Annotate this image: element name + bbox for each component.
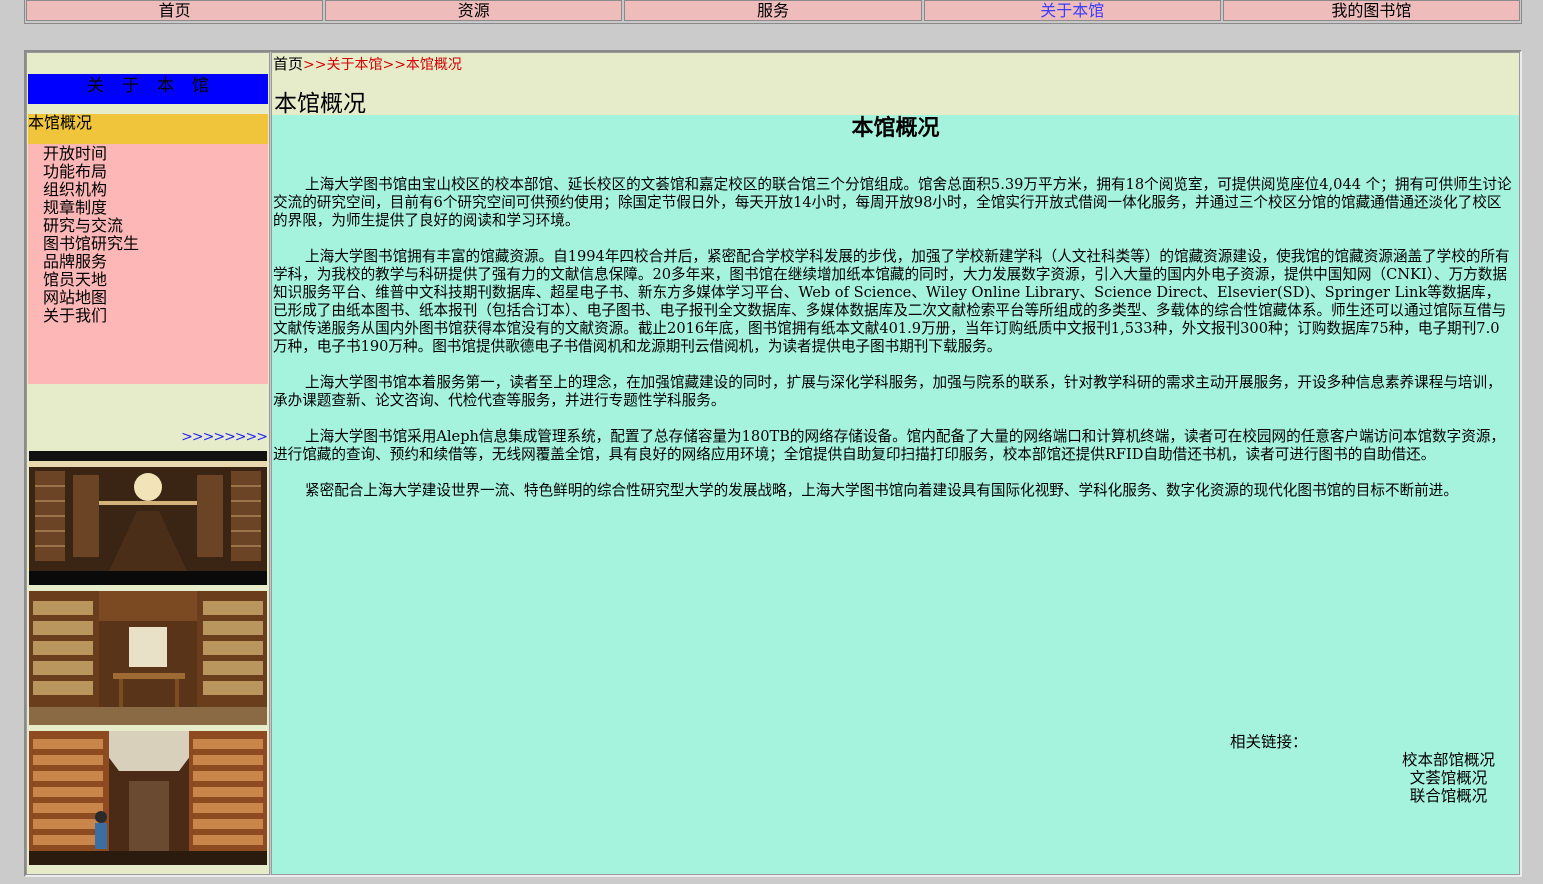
sidebar-header: 关于本馆: [28, 74, 268, 104]
related-link-main-library[interactable]: 校本部馆概况: [1402, 751, 1495, 769]
page-title: 本馆概况: [274, 91, 366, 117]
article-paragraph: 上海大学图书馆拥有丰富的馆藏资源。自1994年四校合并后，紧密配合学校学科发展的…: [273, 248, 1510, 355]
nav-resources[interactable]: 资源: [325, 0, 623, 21]
article-paragraph: 上海大学图书馆本着服务第一，读者至上的理念，在加强馆藏建设的同时，扩展与深化学科…: [273, 374, 1502, 409]
breadcrumb-home[interactable]: 首页: [273, 55, 303, 73]
article-paragraph: 上海大学图书馆由宝山校区的校本部馆、延长校区的文荟馆和嘉定校区的联合馆三个分馆组…: [273, 176, 1512, 229]
sidebar: 关于本馆 本馆概况 开放时间 功能布局 组织机构 规章制度 研究与交流 图书馆研…: [26, 52, 270, 875]
related-links-label: 相关链接：: [1230, 733, 1308, 751]
sidebar-item-graduate[interactable]: 图书馆研究生: [28, 235, 268, 253]
nav-home[interactable]: 首页: [26, 0, 324, 21]
article-title: 本馆概况: [851, 115, 940, 141]
nav-services[interactable]: 服务: [624, 0, 922, 21]
nav-my-library[interactable]: 我的图书馆: [1222, 0, 1521, 21]
sidebar-current-item[interactable]: 本馆概况: [28, 114, 268, 144]
sidebar-item-brand-services[interactable]: 品牌服务: [28, 253, 268, 271]
library-hall-photo: [29, 451, 267, 585]
sidebar-item-research[interactable]: 研究与交流: [28, 217, 268, 235]
nav-about[interactable]: 关于本馆: [923, 0, 1221, 21]
breadcrumb-area: 首页>>关于本馆>>本馆概况 本馆概况: [272, 53, 1519, 117]
reading-room-photo: [29, 591, 267, 725]
main-content: 首页>>关于本馆>>本馆概况 本馆概况 本馆概况 上海大学图书馆由宝山校区的校本…: [271, 52, 1520, 875]
sidebar-item-regulations[interactable]: 规章制度: [28, 199, 268, 217]
article-paragraph: 上海大学图书馆采用Aleph信息集成管理系统，配置了总存储容量为180TB的网络…: [273, 428, 1506, 463]
related-link-joint-library[interactable]: 联合馆概况: [1402, 787, 1495, 805]
sidebar-item-opening-hours[interactable]: 开放时间: [28, 145, 268, 163]
breadcrumb: 首页>>关于本馆>>本馆概况: [273, 54, 462, 75]
book-stacks-photo: [29, 731, 267, 865]
related-links: 校本部馆概况 文荟馆概况 联合馆概况: [1402, 751, 1495, 805]
sidebar-item-staff[interactable]: 馆员天地: [28, 271, 268, 289]
related-link-wenhui-library[interactable]: 文荟馆概况: [1402, 769, 1495, 787]
more-link[interactable]: >>>>>>>>: [181, 429, 268, 445]
sidebar-item-about-us[interactable]: 关于我们: [28, 307, 268, 325]
sidebar-item-sitemap[interactable]: 网站地图: [28, 289, 268, 307]
breadcrumb-trail: >>关于本馆>>本馆概况: [303, 57, 462, 73]
top-navigation: 首页 资源 服务 关于本馆 我的图书馆: [24, 0, 1522, 24]
article-body: 上海大学图书馆由宝山校区的校本部馆、延长校区的文荟馆和嘉定校区的联合馆三个分馆组…: [273, 176, 1513, 518]
sidebar-item-layout[interactable]: 功能布局: [28, 163, 268, 181]
sidebar-item-organization[interactable]: 组织机构: [28, 181, 268, 199]
article-paragraph: 紧密配合上海大学建设世界一流、特色鲜明的综合性研究型大学的发展战略，上海大学图书…: [305, 482, 1458, 499]
sidebar-menu: 开放时间 功能布局 组织机构 规章制度 研究与交流 图书馆研究生 品牌服务 馆员…: [28, 144, 268, 384]
